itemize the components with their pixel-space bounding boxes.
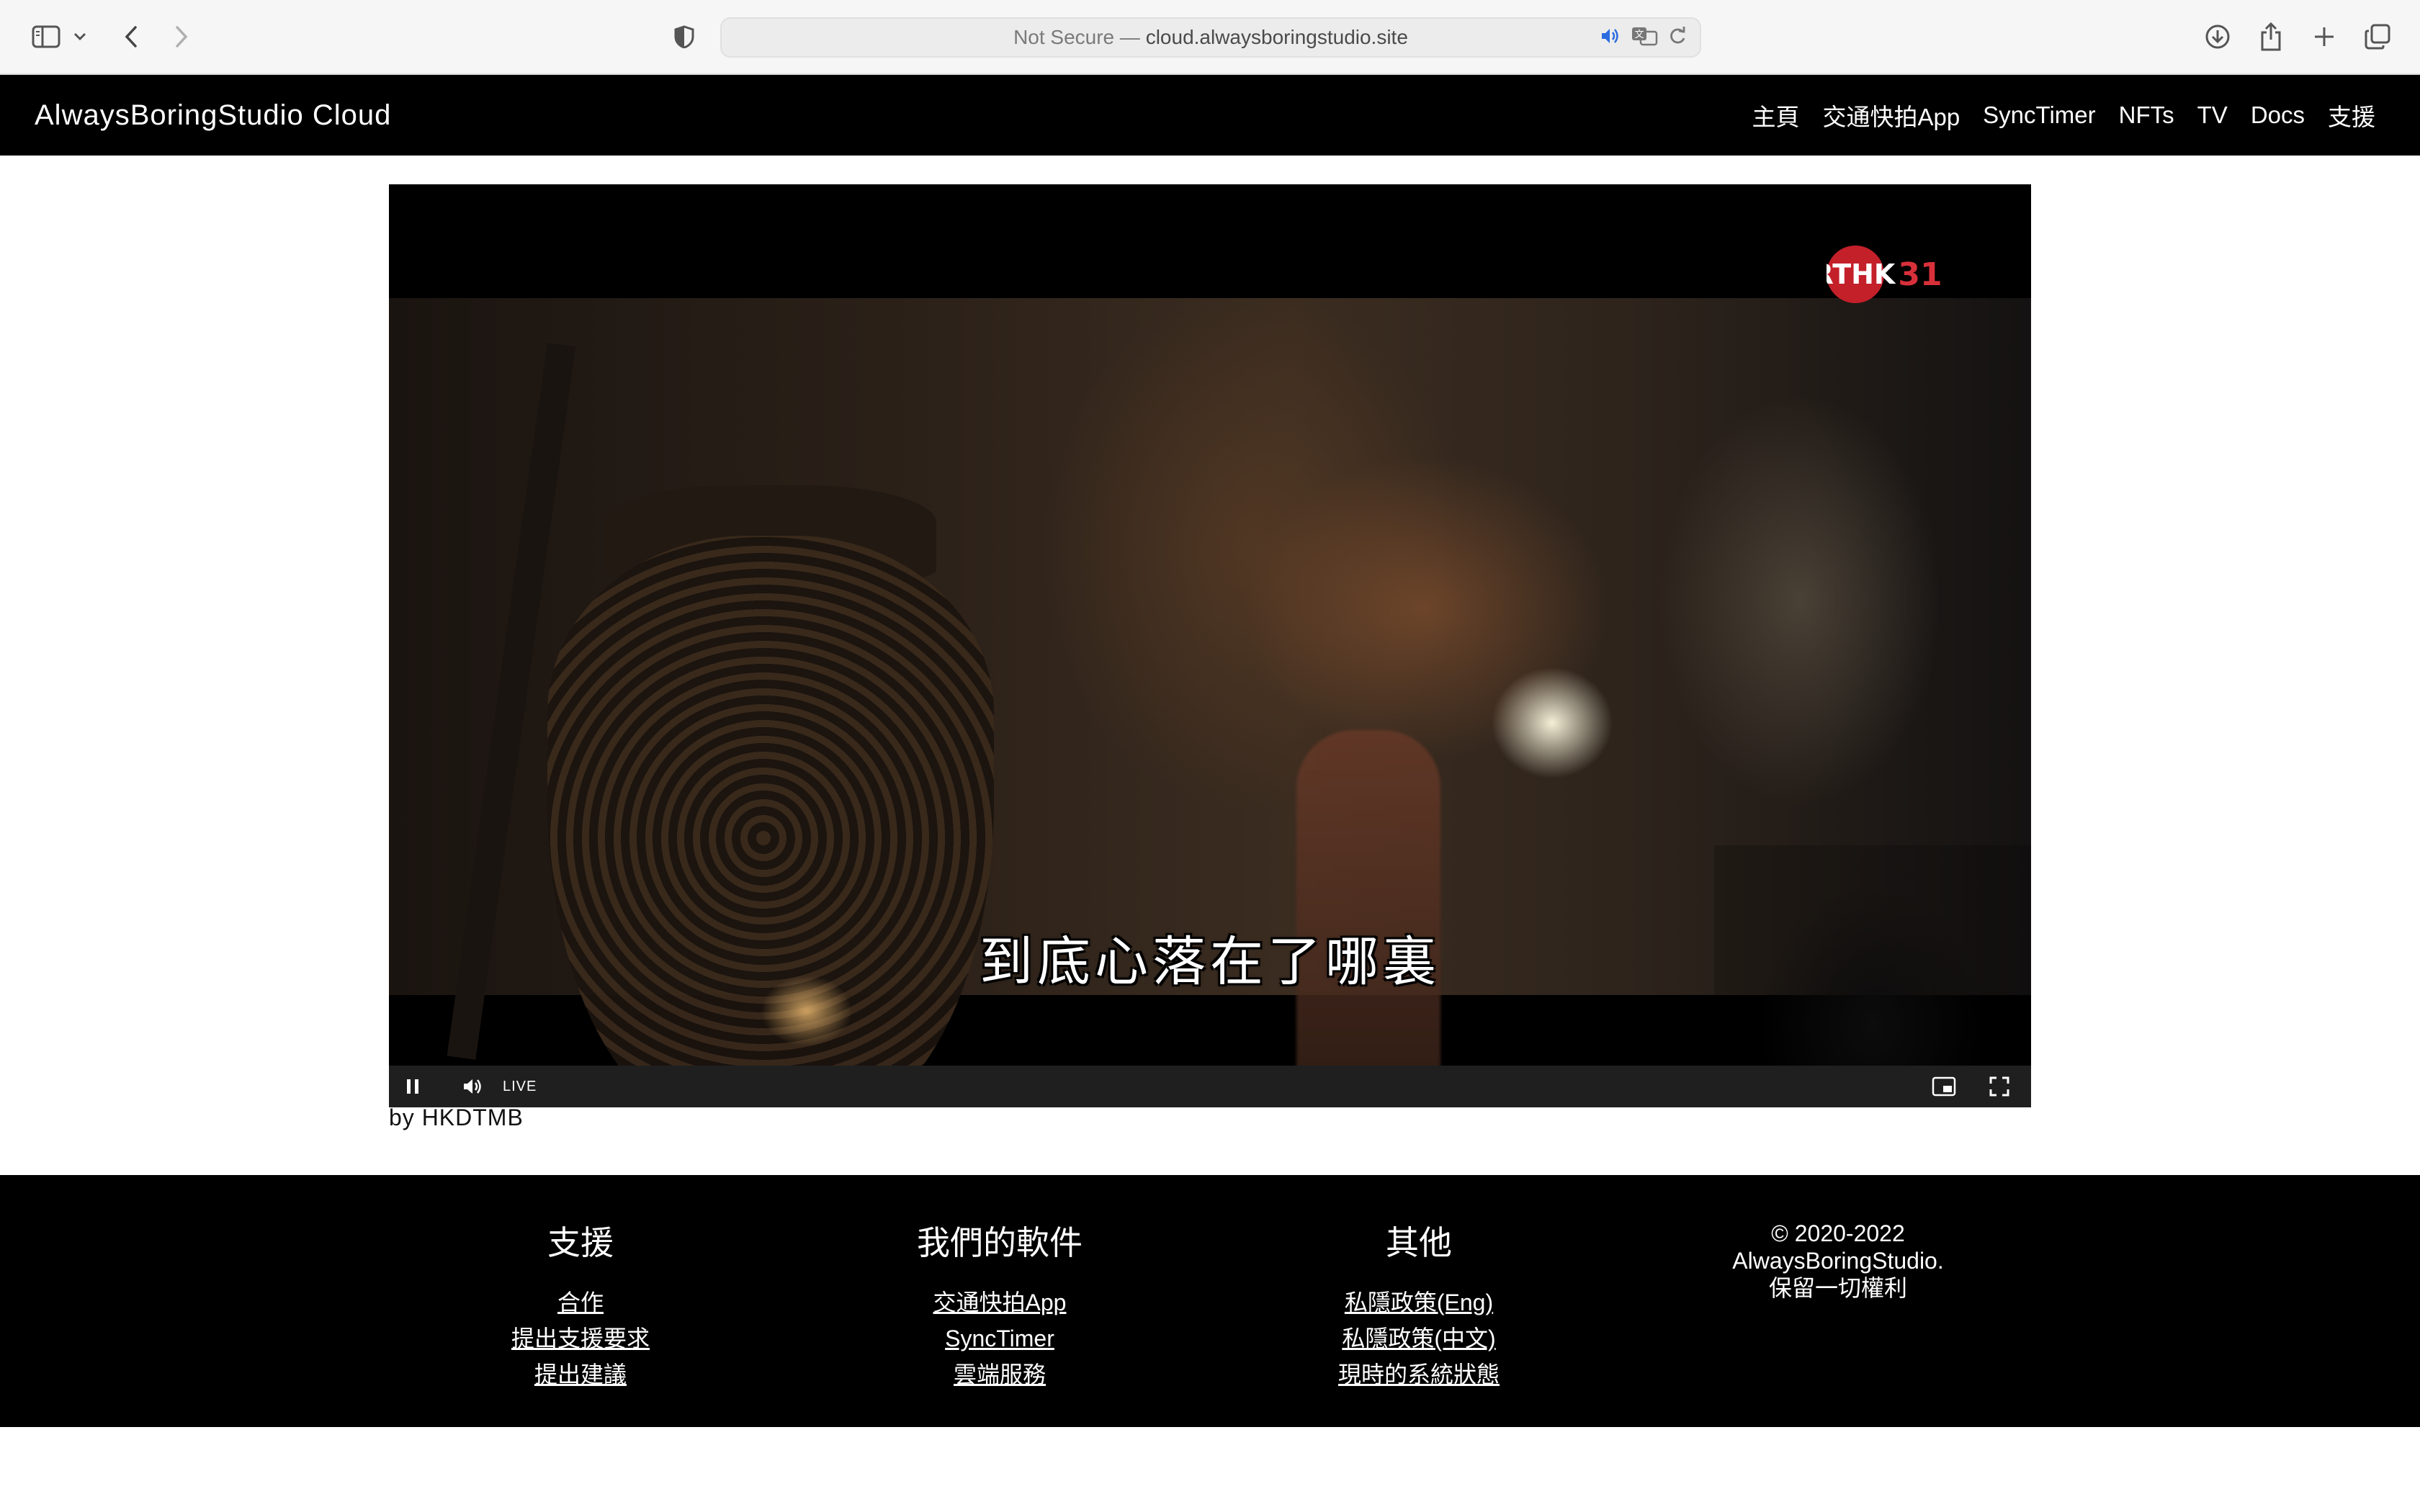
nav-tv[interactable]: TV <box>2197 102 2228 129</box>
url-security-label: Not Secure — <box>1013 26 1140 48</box>
back-icon[interactable] <box>115 19 147 55</box>
pause-icon[interactable] <box>405 1066 421 1107</box>
svg-text:RTHK: RTHK <box>1827 258 1896 290</box>
nav-synctimer[interactable]: SyncTimer <box>1983 102 2095 129</box>
url-text: Not Secure — cloud.alwaysboringstudio.si… <box>722 19 1700 56</box>
footer-link-cooperation[interactable]: 合作 <box>436 1284 725 1320</box>
video-frame <box>389 298 2031 1107</box>
sidebar-toggle-icon[interactable] <box>24 19 68 55</box>
copyright-rights: 保留一切權利 <box>1768 1275 1907 1301</box>
privacy-shield-icon[interactable] <box>670 19 699 55</box>
nav-home[interactable]: 主頁 <box>1752 98 1799 132</box>
player-controls: LIVE <box>389 1066 2031 1107</box>
chevron-down-icon[interactable] <box>69 19 91 55</box>
footer-heading: 支援 <box>547 1224 614 1261</box>
volume-icon[interactable] <box>462 1066 484 1107</box>
nav-support[interactable]: 支援 <box>2328 98 2375 132</box>
site-footer: 支援 合作 提出支援要求 提出建議 我們的軟件 交通快拍App SyncTime… <box>0 1175 2420 1427</box>
picture-in-picture-icon[interactable] <box>1932 1066 1956 1107</box>
copyright: © 2020-2022 AlwaysBoringStudio. 保留一切權利 <box>1694 1220 1982 1302</box>
site-brand[interactable]: AlwaysBoringStudio Cloud <box>35 75 391 156</box>
lantern-body <box>547 536 994 1107</box>
footer-column-other: 其他 私隱政策(Eng) 私隱政策(中文) 現時的系統狀態 <box>1275 1217 1563 1392</box>
footer-link-support-request[interactable]: 提出支援要求 <box>436 1320 725 1356</box>
footer-link-traffic-app[interactable]: 交通快拍App <box>856 1284 1144 1320</box>
footer-column-software: 我們的軟件 交通快拍App SyncTimer 雲端服務 <box>856 1217 1144 1392</box>
footer-heading: 其他 <box>1386 1224 1452 1261</box>
blurred-person <box>1296 730 1440 1104</box>
footer-heading: 我們的軟件 <box>917 1224 1083 1261</box>
footer-link-suggestion[interactable]: 提出建議 <box>436 1356 725 1392</box>
copyright-owner: AlwaysBoringStudio. <box>1732 1248 1944 1274</box>
footer-link-system-status[interactable]: 現時的系統狀態 <box>1275 1356 1563 1392</box>
url-domain: cloud.alwaysboringstudio.site <box>1145 26 1408 48</box>
browser-toolbar: Not Secure — cloud.alwaysboringstudio.si… <box>0 0 2420 75</box>
footer-link-synctimer[interactable]: SyncTimer <box>856 1320 1144 1356</box>
video-byline: by HKDTMB <box>389 1104 524 1130</box>
site-header: AlwaysBoringStudio Cloud 主頁 交通快拍App Sync… <box>0 75 2420 156</box>
translate-icon[interactable]: 文 <box>1631 26 1658 46</box>
nav-traffic-app[interactable]: 交通快拍App <box>1822 98 1960 132</box>
footer-link-cloud-service[interactable]: 雲端服務 <box>856 1356 1144 1392</box>
svg-text:31: 31 <box>1898 256 1942 293</box>
footer-column-support: 支援 合作 提出支援要求 提出建議 <box>436 1217 725 1392</box>
nav-nfts[interactable]: NFTs <box>2119 102 2174 129</box>
new-tab-icon[interactable] <box>2306 19 2342 55</box>
tab-overview-icon[interactable] <box>2360 19 2396 55</box>
forward-icon[interactable] <box>166 19 197 55</box>
fullscreen-icon[interactable] <box>1989 1066 2009 1107</box>
reload-icon[interactable] <box>1668 26 1687 46</box>
live-indicator: LIVE <box>503 1078 537 1094</box>
channel-logo: RTHK 31 <box>1827 246 1942 303</box>
nav-docs[interactable]: Docs <box>2251 102 2305 129</box>
video-player[interactable]: RTHK 31 到底心落在了哪裏 LIVE <box>389 184 2031 1107</box>
audio-playing-icon[interactable] <box>1600 27 1621 45</box>
svg-text:文: 文 <box>1634 30 1644 40</box>
copyright-years: © 2020-2022 <box>1771 1220 1905 1246</box>
share-icon[interactable] <box>2253 19 2289 55</box>
video-subtitle: 到底心落在了哪裏 <box>980 932 1440 991</box>
footer-link-privacy-eng[interactable]: 私隱政策(Eng) <box>1275 1284 1563 1320</box>
main-nav: 主頁 交通快拍App SyncTimer NFTs TV Docs 支援 <box>1752 75 2375 156</box>
downloads-icon[interactable] <box>2200 19 2236 55</box>
footer-link-privacy-zh[interactable]: 私隱政策(中文) <box>1275 1320 1563 1356</box>
address-bar[interactable]: Not Secure — cloud.alwaysboringstudio.si… <box>720 17 1701 58</box>
